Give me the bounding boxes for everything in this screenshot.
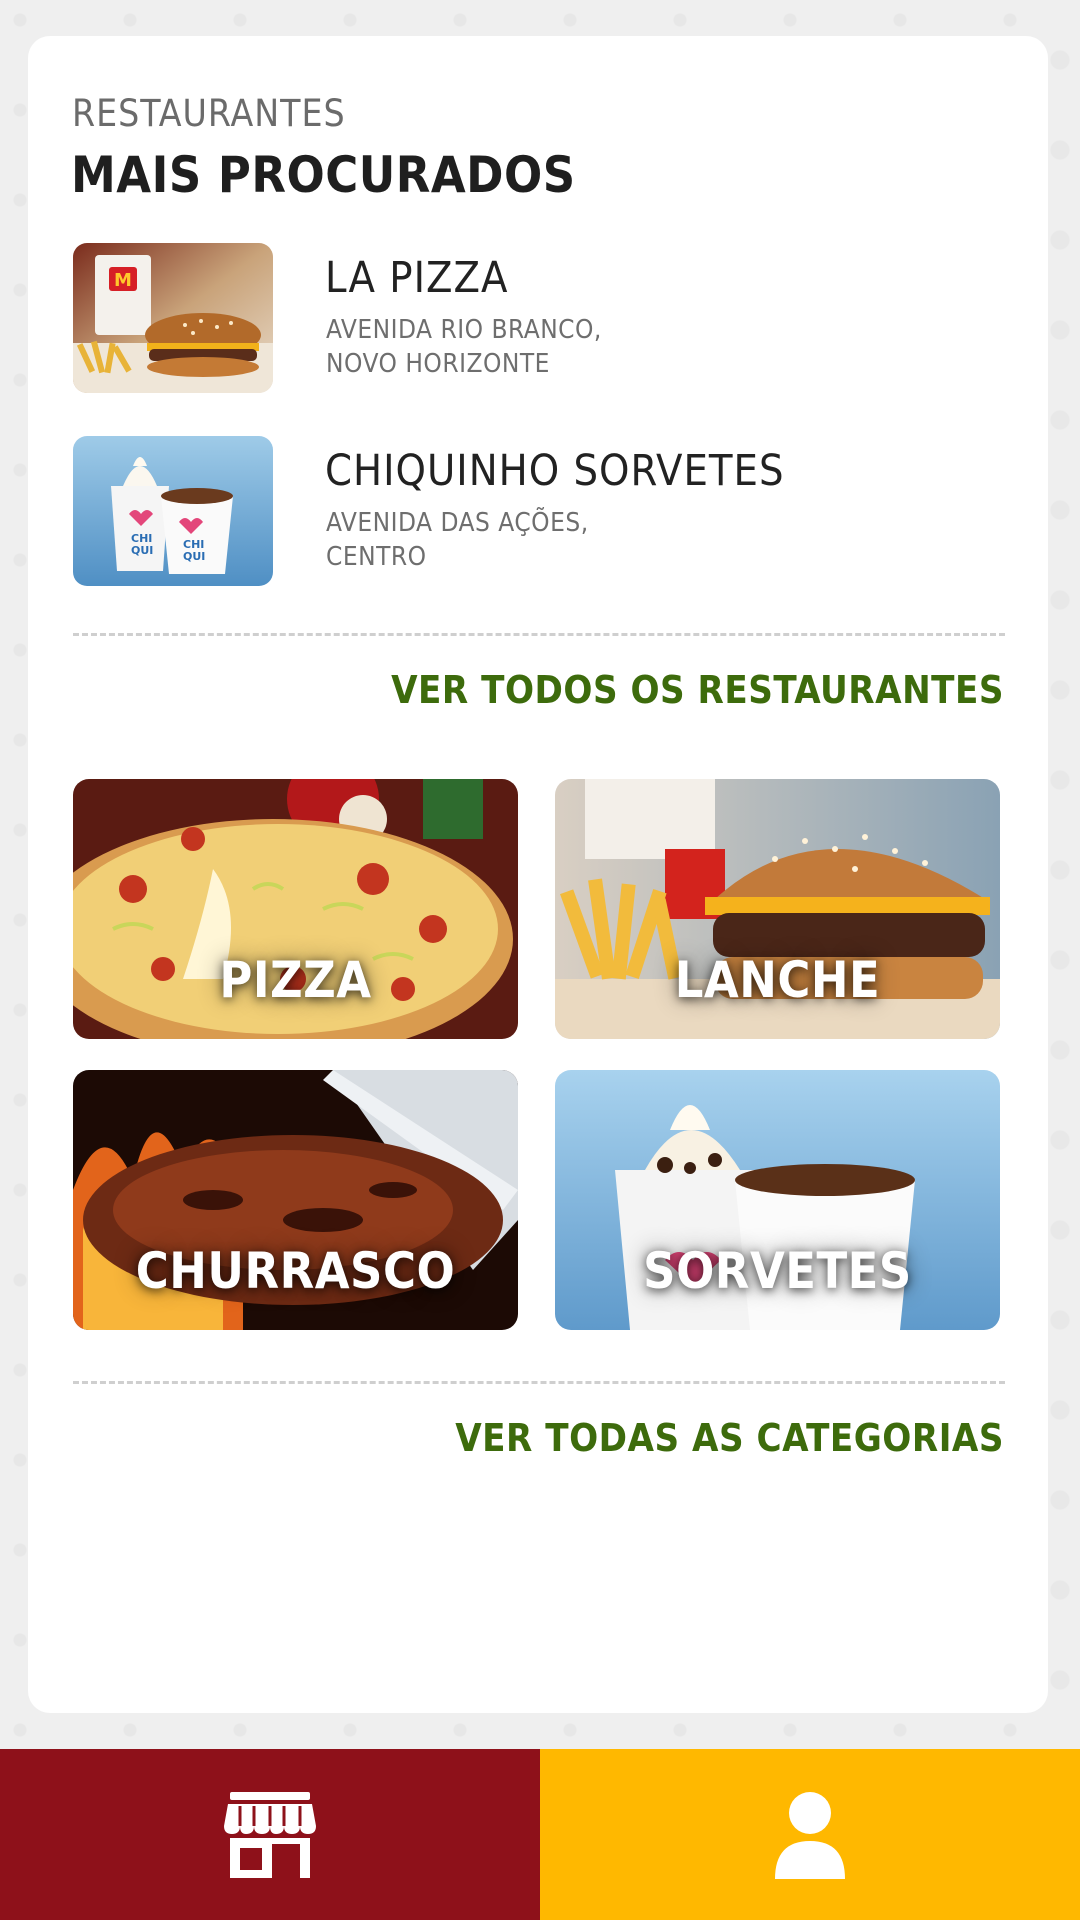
restaurant-item-la-pizza[interactable]: M LA PIZZA AVENIDA RIO BRANCO, NOVO HORI…: [73, 243, 973, 395]
restaurant-thumbnail: CHI QUI CHI QUI: [73, 436, 273, 586]
restaurant-address-line2: CENTRO: [326, 542, 427, 572]
restaurant-address-line1: AVENIDA DAS AÇÕES,: [326, 508, 589, 538]
restaurant-address: AVENIDA RIO BRANCO, NOVO HORIZONTE: [326, 313, 602, 381]
category-tile-sorvetes[interactable]: SORVETES: [555, 1070, 1000, 1330]
svg-text:QUI: QUI: [183, 550, 205, 563]
section-eyebrow: RESTAURANTES: [72, 92, 346, 135]
category-tile-pizza[interactable]: PIZZA: [73, 779, 518, 1039]
restaurant-name: CHIQUINHO SORVETES: [325, 446, 785, 496]
store-icon: [224, 1791, 316, 1878]
category-tile-lanche[interactable]: LANCHE: [555, 779, 1000, 1039]
restaurant-item-chiquinho-sorvetes[interactable]: CHI QUI CHI QUI CHIQUINHO SORVETES AVENIDA…: [73, 436, 973, 588]
svg-text:QUI: QUI: [131, 544, 153, 557]
svg-text:M: M: [114, 270, 132, 291]
restaurant-address-line2: NOVO HORIZONTE: [326, 349, 550, 379]
category-label: PIZZA: [219, 951, 372, 1009]
see-all-categories-link[interactable]: VER TODAS AS CATEGORIAS: [455, 1416, 1004, 1460]
divider: [73, 1381, 1005, 1384]
category-label: CHURRASCO: [135, 1242, 456, 1300]
nav-restaurants-button[interactable]: [0, 1749, 540, 1920]
category-label: LANCHE: [674, 951, 881, 1009]
divider: [73, 633, 1005, 636]
see-all-restaurants-link[interactable]: VER TODOS OS RESTAURANTES: [391, 668, 1004, 712]
restaurant-name: LA PIZZA: [325, 253, 509, 303]
restaurant-thumbnail: M: [73, 243, 273, 393]
user-icon: [775, 1791, 845, 1879]
nav-profile-button[interactable]: [540, 1749, 1080, 1920]
category-tile-churrasco[interactable]: CHURRASCO: [73, 1070, 518, 1330]
ice-cream-cups-photo: CHIQUI CHIQUI: [73, 436, 273, 586]
burger-fries-photo: M: [73, 243, 273, 393]
restaurant-address: AVENIDA DAS AÇÕES, CENTRO: [326, 506, 589, 574]
bottom-navigation: [0, 1749, 1080, 1920]
main-card: RESTAURANTES MAIS PROCURADOS M LA PIZZA …: [28, 36, 1048, 1713]
restaurant-address-line1: AVENIDA RIO BRANCO,: [326, 315, 602, 345]
section-title: MAIS PROCURADOS: [71, 146, 576, 204]
category-label: SORVETES: [643, 1242, 912, 1300]
